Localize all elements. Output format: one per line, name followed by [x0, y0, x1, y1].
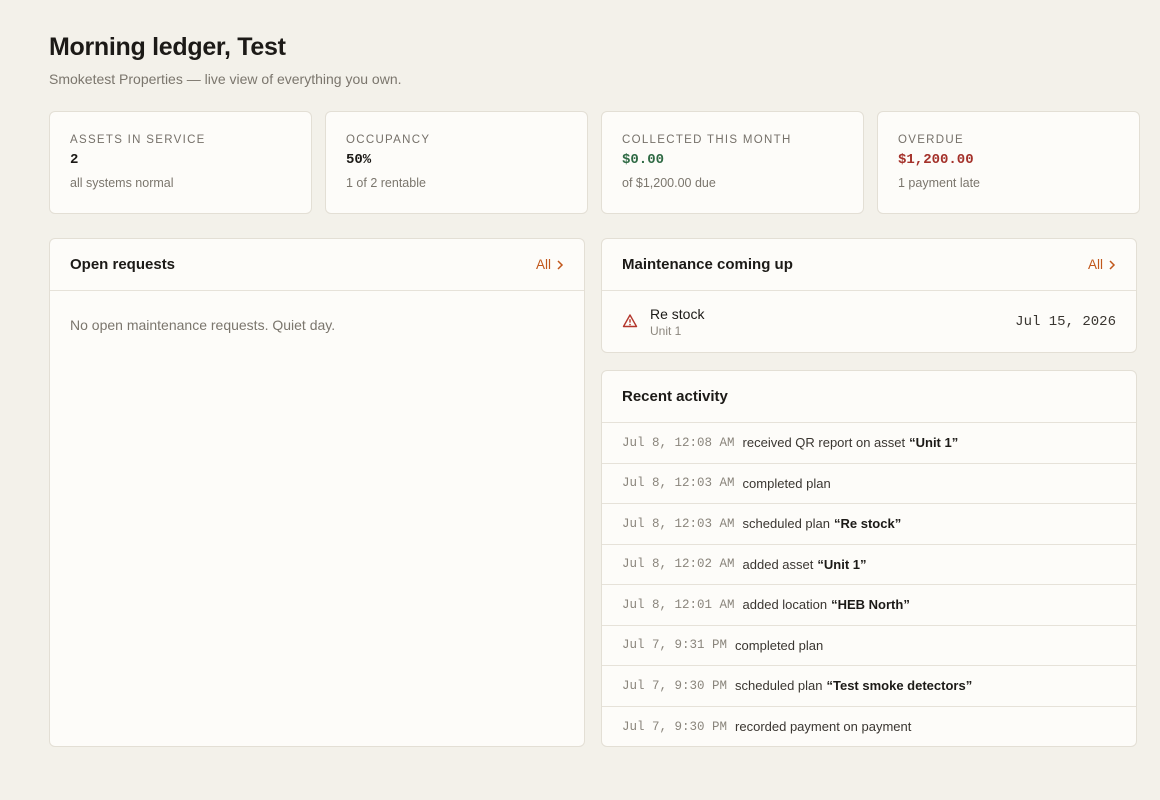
activity-time: Jul 7, 9:30 PM [622, 719, 728, 734]
page-subtitle: Smoketest Properties — live view of ever… [49, 71, 402, 87]
stat-label: OVERDUE [898, 134, 964, 146]
activity-text: added asset [742, 556, 814, 572]
maintenance-date: Jul 15, 2026 [1015, 314, 1116, 330]
page-header: Morning ledger, Test Smoketest Propertie… [49, 33, 402, 87]
activity-time: Jul 8, 12:01 AM [622, 597, 735, 612]
stat-label: OCCUPANCY [346, 134, 431, 146]
open-requests-card: Open requests All No open maintenance re… [49, 238, 585, 747]
page-title: Morning ledger, Test [49, 33, 286, 61]
activity-row: Jul 7, 9:30 PM recorded payment on payme… [602, 707, 1136, 747]
stat-value: $1,200.00 [898, 152, 974, 168]
recent-activity-card: Recent activity Jul 8, 12:08 AM received… [601, 370, 1137, 747]
activity-text: completed plan [735, 637, 824, 653]
activity-time: Jul 8, 12:03 AM [622, 516, 735, 531]
activity-row: Jul 8, 12:03 AM completed plan [602, 464, 1136, 504]
activity-time: Jul 7, 9:31 PM [622, 638, 728, 653]
stat-value: $0.00 [622, 152, 665, 168]
activity-time: Jul 8, 12:03 AM [622, 476, 735, 491]
maintenance-card: Maintenance coming up All Re stock Unit … [601, 238, 1137, 353]
activity-text: added location [742, 597, 828, 613]
stat-card-occupancy: OCCUPANCY 50% 1 of 2 rentable [325, 111, 588, 214]
stat-value: 2 [70, 152, 79, 168]
activity-object: “Re stock” [834, 516, 902, 532]
activity-time: Jul 7, 9:30 PM [622, 678, 728, 693]
maintenance-info: Re stock Unit 1 [650, 306, 1015, 338]
activity-row: Jul 8, 12:01 AM added location “HEB Nort… [602, 585, 1136, 626]
all-link-label: All [535, 257, 551, 272]
stat-note: all systems normal [70, 176, 174, 190]
maintenance-all-link[interactable]: All [1088, 257, 1116, 272]
stat-card-overdue: OVERDUE $1,200.00 1 payment late [877, 111, 1140, 214]
all-link-label: All [1087, 257, 1103, 272]
stat-note: 1 payment late [898, 176, 980, 190]
activity-row: Jul 8, 12:02 AM added asset “Unit 1” [602, 545, 1136, 585]
activity-row: Jul 8, 12:08 AM received QR report on as… [602, 423, 1136, 464]
activity-object: “Unit 1” [909, 435, 959, 451]
activity-text: recorded payment on payment [735, 719, 912, 735]
chevron-right-icon [1109, 259, 1116, 270]
activity-row: Jul 8, 12:03 AM scheduled plan “Re stock… [602, 504, 1136, 545]
activity-object: “HEB North” [831, 597, 910, 613]
activity-object: “Unit 1” [817, 556, 867, 572]
activity-text: scheduled plan [742, 516, 830, 532]
activity-text: scheduled plan [735, 678, 823, 694]
empty-state-text: No open maintenance requests. Quiet day. [70, 317, 336, 333]
card-header: Maintenance coming up All [602, 239, 1136, 291]
maintenance-location: Unit 1 [650, 324, 682, 338]
card-header: Open requests All [50, 239, 584, 291]
stat-value: 50% [346, 152, 372, 168]
open-requests-all-link[interactable]: All [536, 257, 564, 272]
activity-list: Jul 8, 12:08 AM received QR report on as… [602, 423, 1136, 747]
activity-time: Jul 8, 12:08 AM [622, 435, 735, 450]
stat-label: COLLECTED THIS MONTH [622, 134, 792, 146]
stat-note: 1 of 2 rentable [346, 176, 426, 190]
card-title: Recent activity [622, 388, 728, 405]
card-title: Open requests [70, 256, 176, 273]
maintenance-item[interactable]: Re stock Unit 1 Jul 15, 2026 [602, 291, 1136, 352]
stat-label: ASSETS IN SERVICE [70, 134, 206, 146]
chevron-right-icon [557, 259, 564, 270]
stat-card-assets: ASSETS IN SERVICE 2 all systems normal [49, 111, 312, 214]
activity-text: received QR report on asset [742, 435, 906, 451]
activity-text: completed plan [742, 475, 831, 491]
warning-triangle-icon [622, 314, 638, 328]
stat-note: of $1,200.00 due [622, 176, 716, 190]
activity-row: Jul 7, 9:31 PM completed plan [602, 626, 1136, 666]
card-header: Recent activity [602, 371, 1136, 423]
stat-cards: ASSETS IN SERVICE 2 all systems normal O… [49, 111, 1140, 214]
stat-card-collected: COLLECTED THIS MONTH $0.00 of $1,200.00 … [601, 111, 864, 214]
activity-object: “Test smoke detectors” [826, 678, 973, 694]
maintenance-name: Re stock [650, 306, 705, 322]
card-title: Maintenance coming up [622, 256, 793, 273]
activity-row: Jul 7, 9:30 PM scheduled plan “Test smok… [602, 666, 1136, 707]
activity-time: Jul 8, 12:02 AM [622, 557, 735, 572]
